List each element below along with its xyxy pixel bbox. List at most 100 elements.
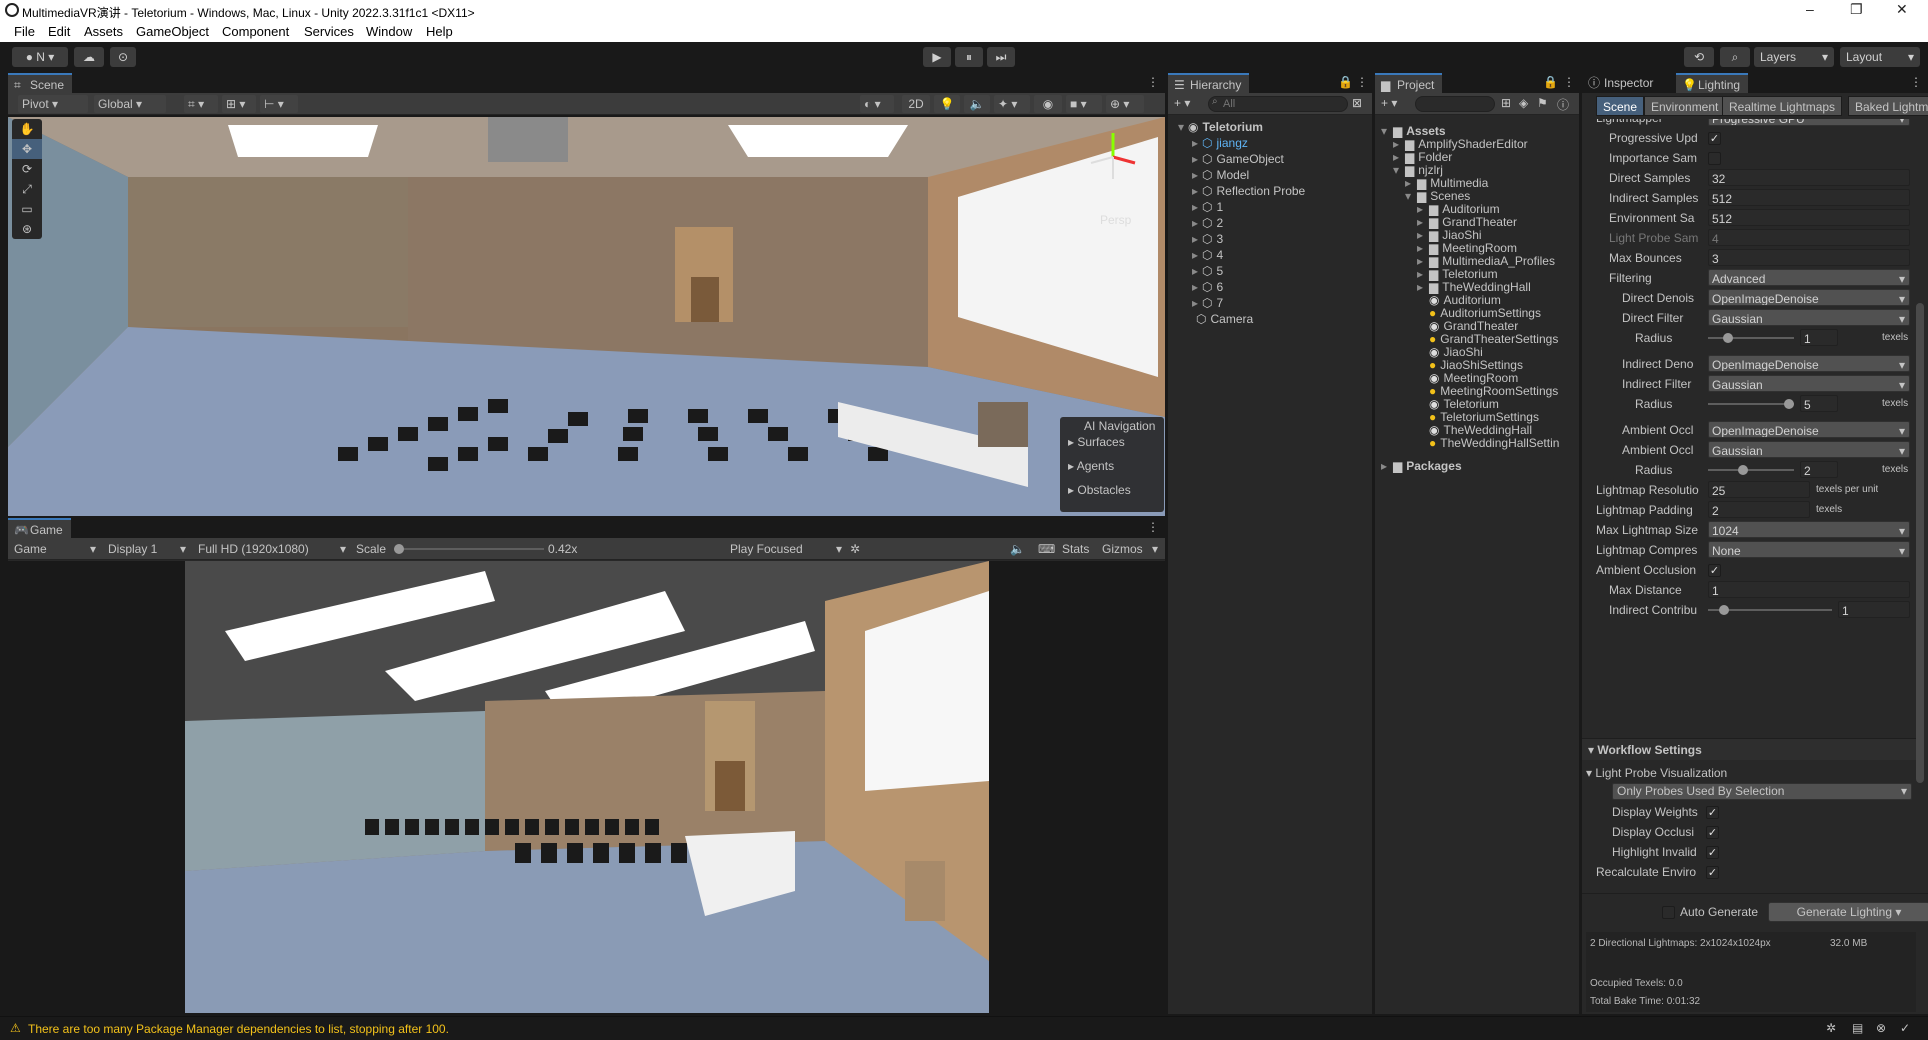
workflow-settings-header[interactable]: ▾ Workflow Settings <box>1582 738 1916 760</box>
slider-knob[interactable] <box>1738 465 1749 475</box>
setting-slider[interactable] <box>1708 403 1794 405</box>
lock-icon[interactable]: 🔒 <box>1338 75 1353 89</box>
bug-icon[interactable]: ✲ <box>846 540 864 558</box>
hierarchy-item[interactable]: ⬡ Camera <box>1192 311 1372 327</box>
setting-field[interactable]: 4 <box>1708 229 1910 246</box>
cloud-button[interactable]: ☁ <box>74 47 104 67</box>
menu-assets[interactable]: Assets <box>84 24 123 39</box>
setting-dropdown[interactable]: Gaussian <box>1708 375 1910 392</box>
move-tool-icon[interactable]: ✥ <box>12 139 42 159</box>
add-icon[interactable]: + ▾ <box>1174 96 1190 110</box>
expand-arrow-icon[interactable]: ▸ <box>1192 184 1198 198</box>
search-button[interactable]: ⌕ <box>1720 47 1750 67</box>
persp-label[interactable]: Persp <box>1100 213 1131 227</box>
scale-slider[interactable] <box>394 544 544 554</box>
collab-button[interactable]: ⊙ <box>110 47 136 67</box>
expand-arrow-icon[interactable]: ▸ <box>1192 216 1198 230</box>
menu-services[interactable]: Services <box>304 24 354 39</box>
setting-field[interactable]: 32 <box>1708 169 1910 186</box>
expand-arrow-icon[interactable]: ▸ <box>1192 280 1198 294</box>
hand-tool-icon[interactable]: ✋ <box>12 119 42 139</box>
scene-visibility-icon[interactable]: ⊠ <box>1352 96 1362 110</box>
hierarchy-item[interactable]: ▸ ⬡ Model <box>1192 167 1372 183</box>
setting-dropdown[interactable]: Gaussian <box>1708 441 1910 458</box>
hierarchy-item[interactable]: ▸ ⬡ 7 <box>1192 295 1372 311</box>
setting-dropdown[interactable]: OpenImageDenoise <box>1708 355 1910 372</box>
ai-nav-agents[interactable]: ▸ Agents <box>1068 459 1114 473</box>
hierarchy-scene-root[interactable]: ▾ ◉ Teletorium <box>1178 119 1358 135</box>
hierarchy-item[interactable]: ▸ ⬡ 6 <box>1192 279 1372 295</box>
expand-arrow-icon[interactable]: ▸ <box>1192 232 1198 246</box>
project-search-input[interactable] <box>1415 96 1495 112</box>
setting-field[interactable]: 25 <box>1708 481 1810 498</box>
subtab-realtime-lightmaps[interactable]: Realtime Lightmaps <box>1722 96 1843 116</box>
setting-field[interactable]: 1 <box>1838 601 1910 618</box>
light-probe-vis-foldout[interactable]: ▾ Light Probe Visualization <box>1586 764 1727 782</box>
setting-checkbox[interactable]: ✓ <box>1708 564 1721 577</box>
ai-navigation-title[interactable]: AI Navigation <box>1084 419 1155 433</box>
tab-inspector[interactable]: ⓘ Inspector <box>1582 73 1661 93</box>
menu-file[interactable]: File <box>14 24 35 39</box>
highlight-invalid-checkbox[interactable]: ✓ <box>1706 846 1719 859</box>
hidden-objects-toggle[interactable]: ◉ <box>1034 95 1062 113</box>
add-icon[interactable]: + ▾ <box>1381 96 1397 110</box>
grid-snap-button[interactable]: ⌗ ▾ <box>184 95 218 113</box>
status-message[interactable]: There are too many Package Manager depen… <box>28 1022 449 1036</box>
panel-menu-icon[interactable]: ⋮ <box>1147 75 1159 89</box>
setting-dropdown[interactable]: Gaussian <box>1708 309 1910 326</box>
increment-snap-button[interactable]: ⊢ ▾ <box>260 95 298 113</box>
expand-arrow-icon[interactable]: ▾ <box>1393 162 1405 178</box>
setting-field[interactable]: 512 <box>1708 209 1910 226</box>
search-by-label-icon[interactable]: ◈ <box>1519 96 1528 110</box>
hierarchy-search-input[interactable] <box>1208 96 1348 112</box>
gizmos-dropdown[interactable]: ⊕ ▾ <box>1106 95 1144 113</box>
bug-report-icon[interactable]: ✲ <box>1826 1021 1836 1035</box>
scale-tool-icon[interactable]: ⤢ <box>12 179 42 199</box>
menu-help[interactable]: Help <box>426 24 453 39</box>
menu-edit[interactable]: Edit <box>48 24 70 39</box>
expand-arrow-icon[interactable]: ▸ <box>1381 458 1393 474</box>
hierarchy-item[interactable]: ▸ ⬡ 5 <box>1192 263 1372 279</box>
close-button[interactable]: ✕ <box>1896 1 1908 18</box>
panel-menu-icon[interactable]: ⋮ <box>1356 75 1368 89</box>
setting-field[interactable]: 1 <box>1800 329 1838 346</box>
account-dropdown[interactable]: ● N ▾ <box>12 47 68 67</box>
setting-dropdown[interactable]: None <box>1708 541 1910 558</box>
ai-nav-surfaces[interactable]: ▸ Surfaces <box>1068 435 1125 449</box>
setting-field[interactable]: 1 <box>1708 581 1910 598</box>
setting-field[interactable]: 512 <box>1708 189 1910 206</box>
generate-lighting-button[interactable]: Generate Lighting ▾ <box>1768 902 1928 922</box>
ai-nav-obstacles[interactable]: ▸ Obstacles <box>1068 483 1131 497</box>
info-icon[interactable]: ⓘ <box>1557 96 1569 113</box>
panel-menu-icon[interactable]: ⋮ <box>1147 520 1159 534</box>
tab-project[interactable]: ▆ Project <box>1375 73 1443 93</box>
expand-arrow-icon[interactable]: ▾ <box>1381 123 1393 139</box>
setting-checkbox[interactable]: ✓ <box>1708 132 1721 145</box>
menu-component[interactable]: Component <box>222 24 289 39</box>
status-ok-icon[interactable]: ✓ <box>1900 1021 1910 1035</box>
display-weights-checkbox[interactable]: ✓ <box>1706 806 1719 819</box>
stats-button[interactable]: Stats <box>1058 540 1093 558</box>
orientation-gizmo[interactable] <box>1083 127 1143 187</box>
hierarchy-item[interactable]: ▸ ⬡ 4 <box>1192 247 1372 263</box>
hierarchy-item[interactable]: ▸ ⬡ Reflection Probe <box>1192 183 1372 199</box>
slider-knob[interactable] <box>1784 399 1794 409</box>
tab-hierarchy[interactable]: ☰ Hierarchy <box>1168 73 1250 93</box>
expand-arrow-icon[interactable]: ▾ <box>1405 188 1417 204</box>
cache-server-icon[interactable]: ▤ <box>1852 1021 1863 1035</box>
transform-tool-icon[interactable]: ⊛ <box>12 219 42 239</box>
maximize-button[interactable]: ❐ <box>1850 1 1863 18</box>
rotate-tool-icon[interactable]: ⟳ <box>12 159 42 179</box>
hierarchy-item[interactable]: ▸ ⬡ GameObject <box>1192 151 1372 167</box>
project-item[interactable]: ▸ ▆ Packages <box>1381 458 1577 474</box>
grid-toggle-button[interactable]: ⊞ ▾ <box>222 95 256 113</box>
slider-knob[interactable] <box>1723 333 1734 343</box>
expand-arrow-icon[interactable]: ▾ <box>1178 120 1184 134</box>
display-occlusion-checkbox[interactable]: ✓ <box>1706 826 1719 839</box>
setting-slider[interactable] <box>1708 337 1794 339</box>
search-by-type-icon[interactable]: ⊞ <box>1501 96 1511 110</box>
hierarchy-item[interactable]: ▸ ⬡ 1 <box>1192 199 1372 215</box>
minimize-button[interactable]: – <box>1806 1 1814 17</box>
hierarchy-item[interactable]: ▸ ⬡ 2 <box>1192 215 1372 231</box>
setting-dropdown[interactable]: Progressive GPU <box>1708 119 1910 126</box>
